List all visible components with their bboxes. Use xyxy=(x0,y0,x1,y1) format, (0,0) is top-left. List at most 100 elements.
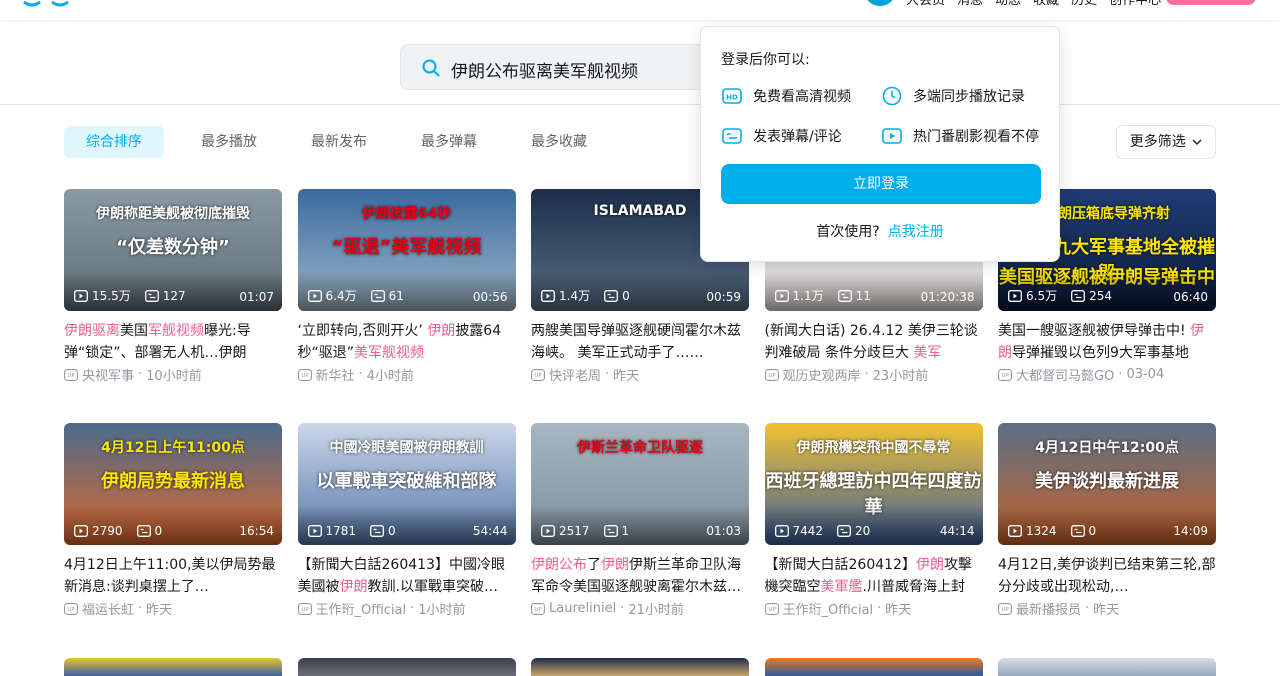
thumbnail-caption: 以軍戰車突破維和部隊 xyxy=(316,471,497,492)
author-name[interactable]: 央视军事 xyxy=(82,365,134,384)
danmaku-icon xyxy=(722,128,742,144)
video-title[interactable]: 伊朗驱离美国军舰视频曝光:导弹“锁定”、部署无人机…伊朗 xyxy=(64,320,282,364)
author-name[interactable]: 福运长虹 xyxy=(82,599,134,618)
tab-most-danmaku[interactable]: 最多弹幕 xyxy=(394,126,504,158)
author-name[interactable]: 王作珩_Official xyxy=(316,599,407,618)
video-thumbnail[interactable] xyxy=(531,658,749,676)
author-name[interactable]: Laureliniel xyxy=(549,601,616,616)
danmaku-count: 0 xyxy=(370,524,396,538)
nav-messages[interactable]: 消息 xyxy=(957,0,983,8)
author-name[interactable]: 新华社 xyxy=(316,365,355,384)
video-thumbnail[interactable] xyxy=(998,658,1216,676)
tab-most-played[interactable]: 最多播放 xyxy=(174,126,284,158)
author-name[interactable]: 最新播报员 xyxy=(1016,599,1081,618)
thumbnail-caption: 美伊谈判最新进展 xyxy=(1035,471,1179,492)
svg-text:UP: UP xyxy=(67,607,75,613)
video-card[interactable]: 伊朗称距美舰被彻底摧毁 “仅差数分钟” 15.5万 127 01:07 伊朗驱离美国军舰视… xyxy=(64,189,282,384)
danmaku-count-icon xyxy=(1071,289,1086,302)
video-thumbnail[interactable]: 伊朗称距美舰被彻底摧毁 “仅差数分钟” 15.5万 127 01:07 xyxy=(64,189,282,311)
nav-vip[interactable]: 大会员 xyxy=(906,0,945,8)
up-icon: UP xyxy=(531,602,545,615)
publish-time: 1小时前 xyxy=(418,603,466,618)
more-filters-button[interactable]: 更多筛选 xyxy=(1116,125,1216,159)
title-text: 导弹摧毁以色列9大军事基地 xyxy=(1012,345,1189,361)
search-query[interactable]: 伊朗公布驱离美军舰视频 xyxy=(451,57,638,82)
video-title[interactable]: 美国一艘驱逐舰被伊导弹击中! 伊朗导弹摧毁以色列9大军事基地 xyxy=(998,320,1216,364)
tab-most-favorited[interactable]: 最多收藏 xyxy=(504,126,614,158)
search-area: 伊朗公布驱离美军舰视频 xyxy=(0,20,1280,105)
video-title[interactable]: (新闻大白话) 26.4.12 美伊三轮谈判难破局 条件分歧巨大 美军 xyxy=(765,320,983,364)
play-count-icon xyxy=(307,525,322,537)
danmaku-count: 0 xyxy=(136,524,162,538)
danmaku-count-icon xyxy=(1070,525,1085,537)
title-text: 美国 xyxy=(120,323,148,339)
author-name[interactable]: 大都督司马懿GO xyxy=(1016,365,1114,384)
video-title[interactable]: 【新聞大白話260413】中國冷眼美國被伊朗教訓.以軍戰車突破… xyxy=(298,554,516,598)
video-thumbnail[interactable]: 中國冷眼美國被伊朗教訓 以軍戰車突破維和部隊 1781 0 54:44 xyxy=(297,423,516,545)
nav-favorites[interactable]: 收藏 xyxy=(1033,0,1059,8)
video-meta: UP 王作珩_Official · 1小时前 xyxy=(297,599,516,618)
keyword-highlight: 伊朗驱离 xyxy=(64,323,120,339)
title-text: (新闻大白话) 26.4.12 美伊三轮谈判难破局 条件分歧巨大 xyxy=(764,323,978,361)
up-icon: UP xyxy=(998,602,1012,615)
up-icon: UP xyxy=(764,368,779,381)
video-thumbnail[interactable] xyxy=(64,658,282,676)
danmaku-count-icon xyxy=(604,289,619,302)
meta-separator: · xyxy=(1118,367,1123,382)
author-name[interactable]: 王作珩_Official xyxy=(783,599,874,618)
video-thumbnail[interactable]: 伊朗飛機突飛中國不尋常西班牙總理訪中四年四度訪華74422044:14 xyxy=(764,423,983,545)
register-link[interactable]: 点我注册 xyxy=(888,224,944,240)
svg-text:UP: UP xyxy=(67,373,75,379)
video-thumbnail[interactable]: 伊斯兰革命卫队驱逐 2517 1 01:03 xyxy=(531,423,749,545)
keyword-highlight: 伊朗 xyxy=(601,557,629,573)
view-count: 6.4万 xyxy=(307,287,357,304)
video-title[interactable]: 【新聞大白話260412】伊朗攻擊機突臨空美軍艦.川普威脅海上封鎖… xyxy=(765,554,983,598)
login-popover: 登录后你可以: HD 免费看高清视频 多端同步播放记录 发表弹幕/评论 热门番剧… xyxy=(700,26,1060,262)
nav-dynamics[interactable]: 动态 xyxy=(995,0,1021,8)
feature-anime: 热门番剧影视看不停 xyxy=(881,125,1039,147)
tab-comprehensive[interactable]: 综合排序 xyxy=(64,126,164,158)
video-card[interactable] xyxy=(531,658,749,676)
video-card[interactable] xyxy=(64,658,282,676)
danmaku-count-icon xyxy=(837,525,851,537)
video-title[interactable]: ‘立即转向,否则开火’ 伊朗披露64秒“驱退”美军舰视频 xyxy=(298,320,516,364)
video-card[interactable] xyxy=(297,658,516,676)
video-card[interactable]: 4月12日中午12:00点 美伊谈判最新进展 1324 0 14:09 4月12日,美伊谈… xyxy=(998,423,1216,618)
danmaku-count-icon xyxy=(144,289,159,302)
title-text: ‘立即转向,否则开火’ xyxy=(297,323,428,339)
login-button[interactable]: 立即登录 xyxy=(721,164,1041,204)
video-thumbnail[interactable] xyxy=(764,658,983,676)
meta-separator: · xyxy=(620,601,625,616)
nav-history[interactable]: 历史 xyxy=(1071,0,1097,8)
video-thumbnail[interactable]: 伊朗披露64秒 “驱退”美军舰视频 6.4万 61 00:56 xyxy=(297,189,516,311)
video-thumbnail[interactable] xyxy=(297,658,516,676)
search-icon[interactable] xyxy=(421,58,441,78)
publish-time: 23小时前 xyxy=(872,369,929,384)
svg-text:HD: HD xyxy=(726,94,738,102)
video-thumbnail[interactable]: 4月12日上午11:00点 伊朗局势最新消息 2790 0 16:54 xyxy=(64,423,282,545)
upload-button[interactable] xyxy=(1166,0,1256,5)
video-title[interactable]: 4月12日上午11:00,美以伊局势最新消息:谈判桌摆上了… xyxy=(64,554,282,598)
video-title[interactable]: 伊朗公布了伊朗伊斯兰革命卫队海军命令美国驱逐舰驶离霍尔木兹… xyxy=(531,554,749,598)
video-card[interactable]: 伊朗披露64秒 “驱退”美军舰视频 6.4万 61 00:56 ‘立即转向,否则开火’ 伊… xyxy=(297,189,516,384)
video-title[interactable]: 4月12日,美伊谈判已结束第三轮,部分分歧或出现松动,… xyxy=(998,554,1216,598)
tab-newest[interactable]: 最新发布 xyxy=(284,126,394,158)
nav-creator-center[interactable]: 创作中心 xyxy=(1109,0,1161,8)
video-card[interactable]: 中國冷眼美國被伊朗教訓 以軍戰車突破維和部隊 1781 0 54:44 【新聞大白話260… xyxy=(297,423,516,618)
video-card[interactable] xyxy=(764,658,983,676)
site-logo-icon[interactable] xyxy=(22,0,74,8)
svg-text:UP: UP xyxy=(1001,373,1009,379)
author-name[interactable]: 观历史观两岸 xyxy=(783,365,861,384)
video-card[interactable]: 4月12日上午11:00点 伊朗局势最新消息 2790 0 16:54 4月12日上午11… xyxy=(64,423,282,618)
danmaku-count-value: 127 xyxy=(162,288,186,303)
video-title[interactable]: 两艘美国导弹驱逐舰硬闯霍尔木兹海峡。 美军正式动手了…… xyxy=(531,320,749,364)
avatar[interactable] xyxy=(864,0,896,6)
video-card[interactable]: 伊朗飛機突飛中國不尋常西班牙總理訪中四年四度訪華74422044:14 【新聞大白… xyxy=(764,423,983,618)
video-thumbnail[interactable]: 4月12日中午12:00点 美伊谈判最新进展 1324 0 14:09 xyxy=(998,423,1216,545)
video-card[interactable]: 伊斯兰革命卫队驱逐 2517 1 01:03 伊朗公布了伊朗伊斯兰革命卫队海军命令美国驱… xyxy=(531,423,749,618)
up-icon: UP xyxy=(64,602,78,615)
svg-text:UP: UP xyxy=(301,373,309,379)
thumbnail-caption: 4月12日上午11:00点 xyxy=(101,440,245,456)
author-name[interactable]: 快评老周 xyxy=(549,365,601,384)
video-card[interactable] xyxy=(998,658,1216,676)
